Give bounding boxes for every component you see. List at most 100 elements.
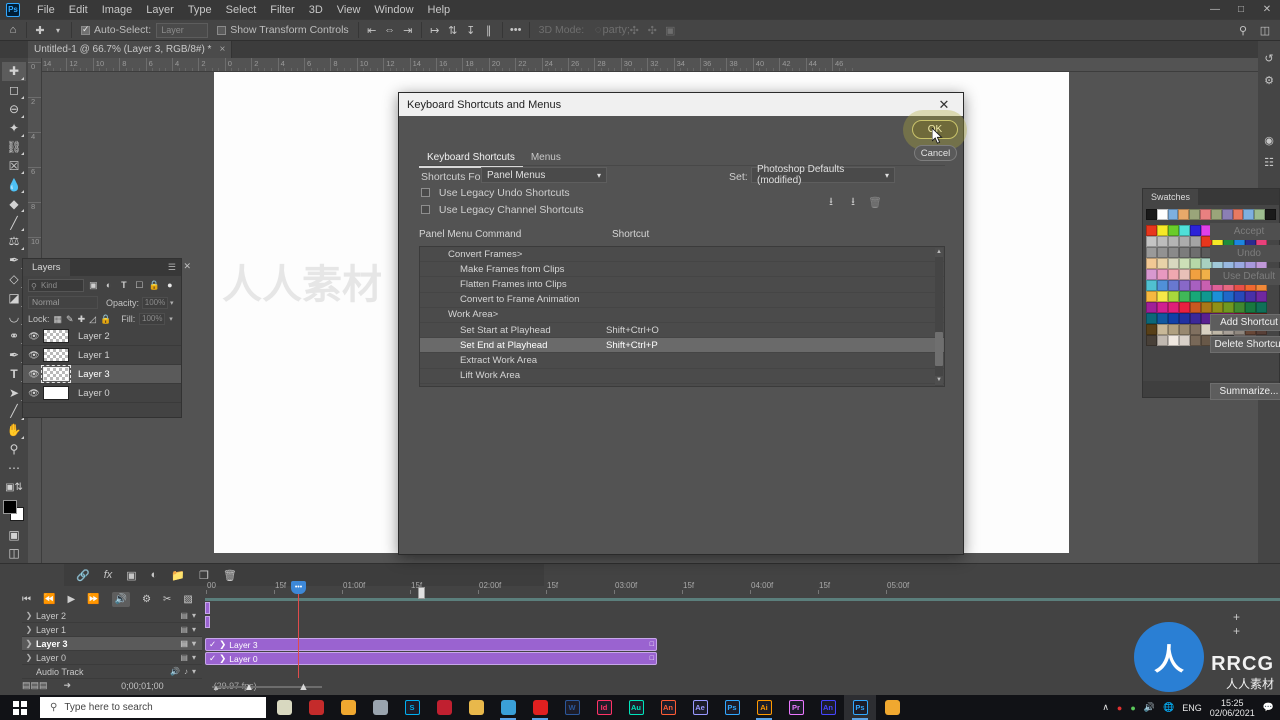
swatch[interactable] [1190,335,1201,346]
swatch[interactable] [1190,236,1201,247]
zoom-tool[interactable]: ⚲ [2,440,26,459]
marquee-tool[interactable]: ◻ [2,81,26,100]
swatch[interactable] [1232,209,1244,220]
adjustment-layer-icon[interactable]: ◐ [151,569,158,581]
timeline-track[interactable]: ❯ Layer 2 ▤ ▾ [22,609,202,623]
shortcuts-for-select[interactable]: Panel Menus ▾ [481,167,607,183]
taskbar-app-recorder[interactable] [300,695,332,720]
swatch[interactable] [1146,225,1157,236]
align-right-icon[interactable]: ⇥ [399,21,417,39]
filter-toggle-icon[interactable]: ● [164,278,176,292]
chevron-down-icon[interactable]: ▾ [49,21,67,39]
swatch[interactable] [1234,291,1245,302]
summarize-button[interactable]: Summarize... [1210,383,1280,400]
swatch[interactable] [1146,313,1157,324]
swatch[interactable] [1168,324,1179,335]
panel-menu-icon[interactable]: ☰ [168,262,176,273]
roll-icon[interactable]: party; [602,21,630,39]
chevron-right-icon[interactable]: ❯ [219,639,226,650]
swatch[interactable] [1190,291,1201,302]
foreground-color-swatch[interactable] [3,500,17,515]
fx-icon[interactable]: fx [104,569,113,581]
swatch[interactable] [1212,291,1223,302]
align-bottom-icon[interactable]: ↧ [462,21,480,39]
lock-image-icon[interactable]: ✎ [66,314,74,325]
document-tab[interactable]: Untitled-1 @ 66.7% (Layer 3, RGB/8#) * × [28,41,233,58]
search-input[interactable]: ⚲ Kind [28,278,85,292]
lock-artboard-icon[interactable]: ◿ [89,314,96,325]
chevron-up-icon[interactable]: ∧ [1102,702,1109,713]
swatch[interactable] [1245,302,1256,313]
chevron-down-icon[interactable]: ▾ [192,653,196,662]
chevron-down-icon[interactable]: ▾ [192,611,196,620]
link-layers-icon[interactable]: 🔗 [76,569,90,582]
track-options-icon[interactable]: ▤ [180,653,188,662]
clone-stamp-tool[interactable]: ⚖ [2,232,26,251]
new-group-icon[interactable]: 📁 [171,569,185,582]
swatch[interactable] [1190,269,1201,280]
work-area-bar[interactable] [205,598,1280,601]
libraries-icon[interactable]: ☷ [1258,151,1280,173]
scroll-down-icon[interactable]: ▼ [935,376,943,385]
search-input[interactable]: ⚲ Type here to search [40,697,266,718]
close-icon[interactable]: ✕ [183,261,191,272]
swatch[interactable] [1245,291,1256,302]
screen-mode-icon[interactable]: ◫ [2,544,26,563]
taskbar-app-file-explorer[interactable] [460,695,492,720]
list-item[interactable]: Delete Timeline [420,384,944,386]
list-scrollbar[interactable] [935,248,943,386]
more-options-icon[interactable]: ••• [507,21,525,39]
properties-icon[interactable]: ⚙ [1258,69,1280,91]
swatch-top-row[interactable] [1143,205,1279,223]
clip-end-handle[interactable]: □ [650,655,654,662]
clip-end-handle[interactable]: □ [650,641,654,648]
undo-button[interactable]: Undo [1210,245,1280,262]
clip-stub[interactable] [205,616,210,628]
current-time[interactable]: 0;00;01;00 [121,681,164,691]
blend-mode-select[interactable]: Normal [28,296,98,309]
accept-button[interactable]: Accept [1210,223,1280,240]
swatch[interactable] [1168,269,1179,280]
add-track-button[interactable]: + [1233,610,1240,624]
opacity-value[interactable]: 100% [142,296,169,309]
distribute-icon[interactable]: ∥ [480,21,498,39]
timeline-clip[interactable]: ✓ ❯ Layer 0 □ [205,652,657,665]
timeline-grid[interactable]: ✓ ❯ Layer 3 □ ✓ ❯ Layer 0 □ ••• [205,581,1280,678]
quick-mask-icon[interactable]: ▣⇅ [2,478,26,497]
add-shortcut-button[interactable]: Add Shortcut [1210,314,1280,331]
align-top-icon[interactable]: ↦ [426,21,444,39]
shield-icon[interactable]: ● [1130,703,1135,713]
swatch[interactable] [1157,313,1168,324]
frame-tool[interactable]: ☒ [2,156,26,175]
taskbar-app-illustrator[interactable]: Ai [748,695,780,720]
adjustment-filter-icon[interactable]: ◐ [102,278,114,292]
swatch[interactable] [1179,335,1190,346]
frame-mode-icon[interactable]: ▤▤▤ [22,680,48,691]
swatch[interactable] [1179,258,1190,269]
chevron-down-icon[interactable]: ▾ [192,667,196,676]
swatch[interactable] [1168,225,1179,236]
auto-select-checkbox[interactable]: Auto-Select: [76,19,156,41]
delete-shortcut-button[interactable]: Delete Shortcut [1210,336,1280,353]
smart-object-filter-icon[interactable]: 🔒 [148,278,160,292]
swatch[interactable] [1179,269,1190,280]
swatch[interactable] [1190,280,1201,291]
swatch[interactable] [1146,280,1157,291]
menu-3d[interactable]: 3D [302,2,330,18]
list-item-selected[interactable]: Set End at Playhead Shift+Ctrl+P [420,338,944,354]
swatch[interactable] [1157,258,1168,269]
playhead-handle[interactable]: ••• [291,581,306,594]
playhead[interactable]: ••• [291,581,306,678]
move-tool-icon[interactable]: ✚ [31,21,49,39]
chevron-right-icon[interactable]: ❯ [22,611,36,620]
previous-frame-icon[interactable]: ⏪ [43,594,55,605]
chevron-down-icon[interactable]: ▾ [192,625,196,634]
swatch[interactable] [1201,302,1212,313]
visibility-toggle-icon[interactable]: 👁 [27,331,41,342]
pixel-filter-icon[interactable]: ▣ [87,278,99,292]
chevron-down-icon[interactable]: ▾ [192,639,196,648]
swatch[interactable] [1146,324,1157,335]
track-options-icon[interactable]: ▤ [180,639,188,648]
swatch[interactable] [1190,247,1201,258]
visibility-toggle-icon[interactable]: 👁 [27,369,41,380]
